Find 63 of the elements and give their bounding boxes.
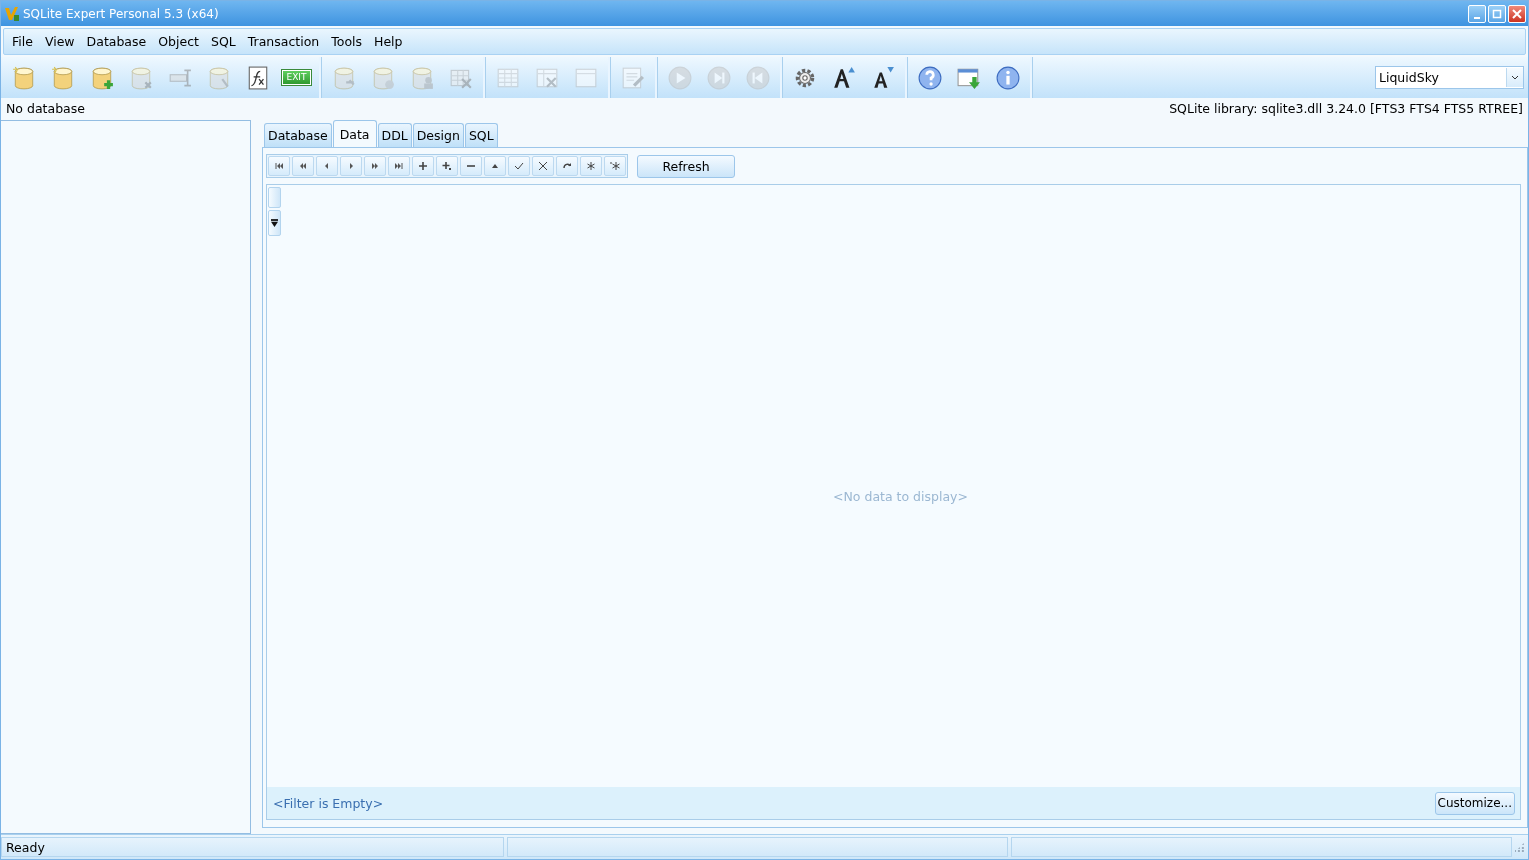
menu-item[interactable]: SQL <box>204 34 242 49</box>
insert-icon <box>442 161 452 171</box>
menu-item[interactable]: File <box>6 34 39 49</box>
navigator-button[interactable] <box>532 156 554 176</box>
menu-item[interactable]: Tools <box>325 34 369 49</box>
app-logo-icon <box>4 5 20 22</box>
navigator-button[interactable] <box>460 156 482 176</box>
navigator-button[interactable] <box>556 156 578 176</box>
customize-button[interactable]: Customize... <box>1434 791 1515 815</box>
empty-grid-message: <No data to display> <box>833 488 968 504</box>
library-info: SQLite library: sqlite3.dll 3.24.0 [FTS3 FTS4 FTS5 RTREE] <box>1169 101 1523 116</box>
tab[interactable]: SQL <box>464 123 498 147</box>
quote-asterisk-icon <box>610 161 620 171</box>
filter-button[interactable] <box>268 210 281 236</box>
navigator-button[interactable] <box>436 156 458 176</box>
tab[interactable]: Design <box>412 123 464 147</box>
maximize-icon <box>1492 9 1502 19</box>
filter-status[interactable]: <Filter is Empty> <box>273 795 384 811</box>
menu-item[interactable]: Transaction <box>241 34 326 49</box>
menu-item[interactable]: Database <box>80 34 153 49</box>
navigator-button[interactable] <box>268 156 290 176</box>
navigator-button[interactable] <box>388 156 410 176</box>
tab[interactable]: Data <box>332 120 377 147</box>
first-record-icon <box>274 161 284 171</box>
menu-item[interactable]: Object <box>152 34 205 49</box>
info-icon <box>995 65 1020 90</box>
caret-icon <box>1511 74 1519 81</box>
x-icon <box>538 161 548 171</box>
minimize-button[interactable] <box>1468 5 1486 23</box>
navigator-button[interactable] <box>412 156 434 176</box>
close-icon <box>1512 9 1522 19</box>
status-text: Ready <box>6 839 45 855</box>
plus-icon <box>418 161 428 171</box>
asterisk-icon <box>586 161 596 171</box>
navigator-button[interactable] <box>292 156 314 176</box>
database-icon <box>11 65 36 90</box>
document-edit-icon <box>620 65 645 90</box>
menu-item[interactable]: Help <box>368 34 409 49</box>
play-icon <box>667 65 692 90</box>
database-label: No database <box>6 101 85 116</box>
help-icon <box>917 65 942 90</box>
skip-forward-icon <box>706 65 731 90</box>
maximize-button[interactable] <box>1488 5 1506 23</box>
skip-back-icon <box>745 65 770 90</box>
check-icon <box>514 161 524 171</box>
resize-grip-icon <box>1515 842 1525 852</box>
close-button[interactable] <box>1508 5 1526 23</box>
window-title: SQLite Expert Personal 5.3 (x64) <box>23 6 220 21</box>
filter-icon <box>271 218 278 228</box>
skin-dropdown[interactable]: LiquidSky <box>1375 66 1524 89</box>
next-page-icon <box>370 161 380 171</box>
refresh-button[interactable]: Refresh <box>637 154 735 178</box>
last-record-icon <box>394 161 404 171</box>
navigator-button[interactable] <box>364 156 386 176</box>
font-increase-icon <box>831 65 856 90</box>
minimize-icon <box>1474 17 1480 19</box>
navigator-button[interactable] <box>484 156 506 176</box>
tab[interactable]: Database <box>264 123 332 147</box>
tab[interactable]: DDL <box>377 123 412 147</box>
database-icon <box>50 65 75 90</box>
menu-item[interactable]: View <box>38 34 81 49</box>
prior-page-icon <box>298 161 308 171</box>
redo-icon <box>562 161 572 171</box>
